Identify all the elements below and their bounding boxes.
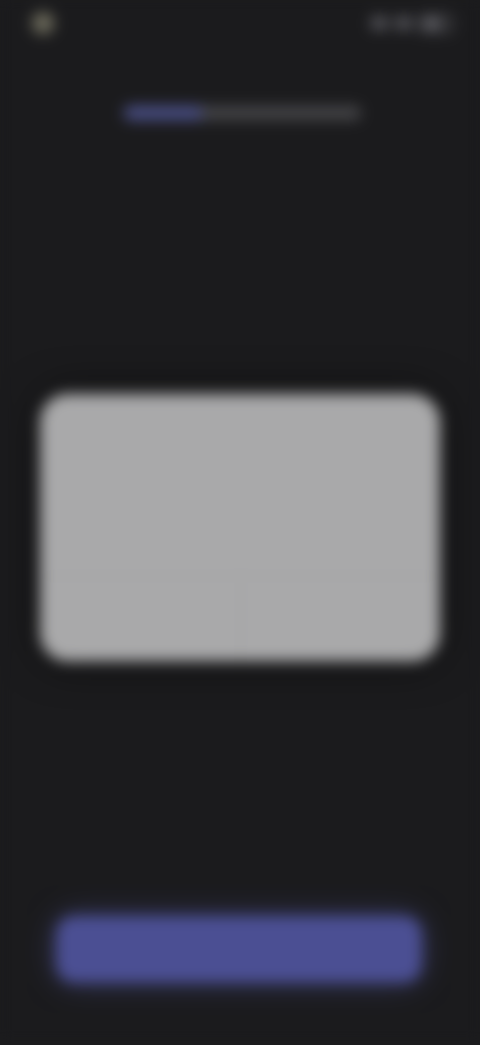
status-right [371, 14, 453, 32]
app-indicator-icon [31, 11, 55, 35]
progress-fill [123, 105, 203, 121]
dialog-actions [40, 576, 440, 662]
status-left [31, 11, 64, 35]
onboarding-progress-bar [123, 105, 362, 121]
signal-icon [371, 17, 388, 30]
permission-dialog [40, 393, 440, 662]
status-bar [31, 9, 453, 37]
continue-button[interactable] [56, 915, 422, 983]
battery-icon [419, 14, 453, 32]
dialog-primary-button[interactable] [239, 576, 439, 662]
app-screen [0, 0, 480, 1045]
wifi-icon [395, 17, 412, 30]
dialog-secondary-button[interactable] [40, 577, 239, 662]
